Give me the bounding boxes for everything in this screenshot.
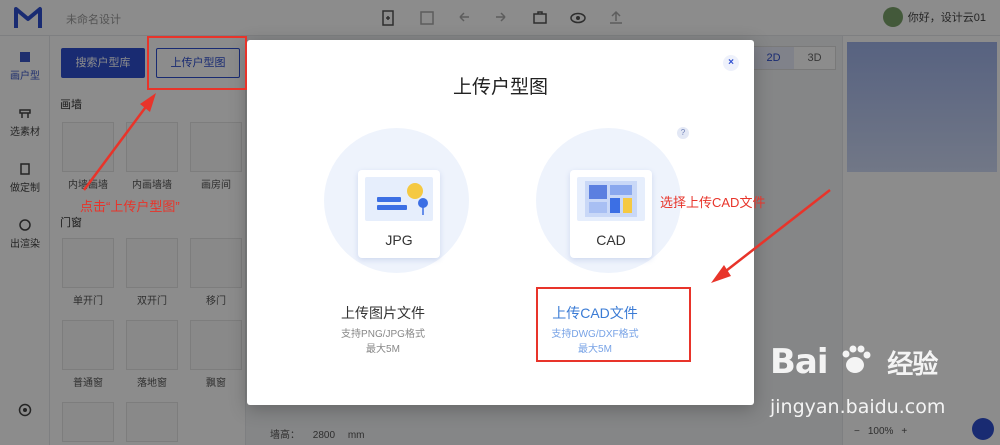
watermark-url: jingyan.baidu.com bbox=[770, 396, 946, 418]
baidu-jingyan-watermark: Bai 经验 jingyan.baidu.com bbox=[770, 342, 970, 432]
watermark-logo: Bai 经验 bbox=[770, 342, 938, 382]
arrow-icon bbox=[82, 93, 156, 191]
arrow-icon bbox=[711, 189, 831, 283]
paw-icon bbox=[842, 345, 871, 373]
